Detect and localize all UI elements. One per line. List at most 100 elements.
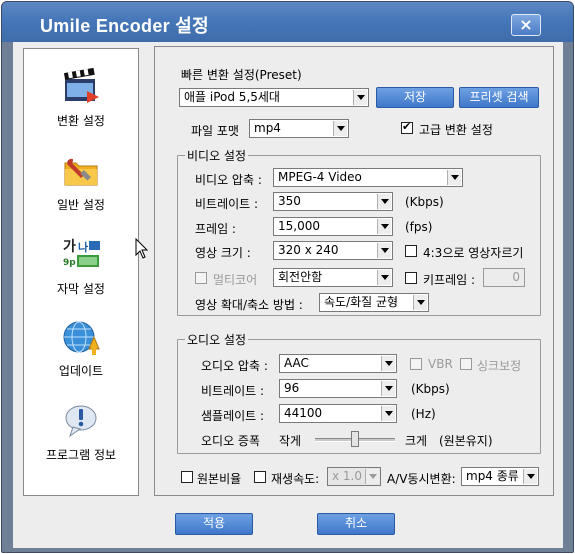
video-bitrate-value: 350 [278, 194, 301, 208]
audio-bitrate-select[interactable]: 96 [279, 379, 397, 398]
sidebar-item-label: 자막 설정 [57, 282, 105, 296]
chevron-down-icon[interactable] [333, 121, 347, 136]
vbr-checkbox[interactable] [410, 358, 422, 370]
audio-codec-value: AAC [284, 356, 309, 370]
audio-group-title: 오디오 설정 [185, 331, 249, 348]
chevron-down-icon[interactable] [377, 219, 391, 234]
frame-rate-label: 프레임 : [195, 222, 236, 236]
multicore-label: 멀티코어 [213, 273, 258, 287]
audio-boost-max-label: 크게 [405, 434, 428, 448]
info-bubble-icon [65, 405, 97, 438]
sidebar-item-convert-settings[interactable]: 변환 설정 [24, 67, 138, 137]
chevron-down-icon[interactable] [377, 243, 391, 258]
rotate-value: 회전안함 [278, 270, 323, 284]
chevron-down-icon[interactable] [523, 469, 537, 484]
video-scale-value: 속도/화질 균형 [324, 295, 399, 309]
sidebar-item-subtitle-settings[interactable]: 가 나 9p 자막 설정 [24, 235, 138, 305]
film-clapper-icon [63, 67, 99, 103]
file-format-value: mp4 [254, 121, 281, 135]
svg-text:가: 가 [63, 239, 76, 255]
video-scale-select[interactable]: 속도/화질 균형 [319, 293, 429, 312]
sync-correction-label: 싱크보정 [477, 359, 522, 373]
sidebar-item-label: 변환 설정 [57, 114, 105, 128]
chevron-down-icon[interactable] [353, 90, 367, 105]
video-codec-label: 비디오 압축 : [195, 173, 262, 187]
crop-4-3-label: 4:3으로 영상자르기 [423, 246, 524, 260]
sidebar-item-label: 프로그램 정보 [45, 448, 117, 462]
chevron-down-icon[interactable] [447, 170, 461, 185]
advanced-settings-checkbox[interactable] [401, 120, 413, 134]
window-title: Umile Encoder 설정 [40, 16, 209, 36]
sidebar-item-general-settings[interactable]: 일반 설정 [24, 151, 138, 221]
save-preset-button[interactable]: 저장 [376, 87, 454, 108]
audio-bitrate-value: 96 [284, 381, 300, 395]
preset-select-value: 애플 iPod 5,5세대 [184, 90, 280, 104]
audio-boost-slider-thumb[interactable] [351, 431, 359, 447]
dialog-client-area: 변환 설정 일반 설정 가 나 9p 자막 설정 업데이트 프로그램 정보 빠른… [13, 42, 563, 548]
file-format-label: 파일 포맷 [191, 124, 239, 138]
settings-sidebar: 변환 설정 일반 설정 가 나 9p 자막 설정 업데이트 프로그램 정보 [23, 48, 139, 496]
audio-bitrate-unit: (Kbps) [411, 382, 450, 396]
preset-select[interactable]: 애플 iPod 5,5세대 [179, 88, 369, 107]
search-preset-button[interactable]: 프리셋 검색 [459, 87, 539, 108]
close-button[interactable]: × [511, 14, 541, 36]
chevron-down-icon[interactable] [377, 194, 391, 209]
sidebar-item-update[interactable]: 업데이트 [24, 317, 138, 387]
apply-button[interactable]: 적용 [175, 513, 253, 535]
video-codec-value: MPEG-4 Video [278, 170, 362, 184]
sample-rate-unit: (Hz) [411, 407, 436, 421]
av-sync-label: A/V동시변환: [387, 472, 456, 486]
video-size-value: 320 x 240 [278, 243, 339, 257]
keyframe-checkbox[interactable] [405, 272, 417, 284]
chevron-down-icon[interactable] [381, 356, 395, 371]
playback-speed-select[interactable]: x 1.0 [327, 467, 381, 486]
sample-rate-label: 샘플레이트 : [201, 409, 265, 423]
conversion-settings-panel: 빠른 변환 설정(Preset) 애플 iPod 5,5세대 저장 프리셋 검색… [154, 46, 554, 496]
svg-text:9p: 9p [63, 258, 76, 268]
av-sync-select[interactable]: mp4 종류 [461, 467, 539, 486]
playback-speed-checkbox[interactable] [254, 471, 266, 483]
crop-4-3-checkbox[interactable] [405, 245, 417, 257]
video-bitrate-label: 비트레이트 : [195, 197, 259, 211]
frame-rate-select[interactable]: 15,000 [273, 217, 393, 236]
sidebar-item-label: 일반 설정 [57, 198, 105, 212]
settings-window: Umile Encoder 설정 × 변환 설정 일반 설정 가 나 9p 자막… [1, 1, 574, 553]
rotate-select[interactable]: 회전안함 [273, 268, 393, 287]
file-format-select[interactable]: mp4 [249, 119, 349, 138]
sync-correction-checkbox[interactable] [460, 358, 472, 370]
sidebar-item-label: 업데이트 [58, 364, 104, 378]
sample-rate-select[interactable]: 44100 [279, 404, 397, 423]
sample-rate-value: 44100 [284, 406, 323, 420]
subtitle-ga-na-icon: 가 나 9p [63, 239, 100, 268]
frame-rate-unit: (fps) [405, 220, 433, 234]
video-bitrate-select[interactable]: 350 [273, 192, 393, 211]
audio-boost-label: 오디오 증폭 [201, 434, 261, 448]
globe-update-icon [63, 321, 100, 355]
svg-text:나: 나 [78, 240, 88, 254]
chevron-down-icon[interactable] [381, 381, 395, 396]
original-ratio-label: 원본비율 [197, 472, 242, 486]
keyframe-label: 키프레임 : [423, 273, 476, 287]
video-codec-select[interactable]: MPEG-4 Video [273, 168, 463, 187]
audio-codec-select[interactable]: AAC [279, 354, 397, 373]
wrench-folder-icon [64, 158, 98, 186]
chevron-down-icon[interactable] [377, 270, 391, 285]
multicore-checkbox[interactable] [195, 272, 207, 284]
video-size-select[interactable]: 320 x 240 [273, 241, 393, 260]
video-bitrate-unit: (Kbps) [405, 195, 444, 209]
keyframe-input[interactable]: 0 [483, 268, 525, 287]
sidebar-item-program-info[interactable]: 프로그램 정보 [24, 401, 138, 471]
playback-speed-label: 재생속도: [271, 472, 320, 486]
frame-rate-value: 15,000 [278, 219, 320, 233]
cancel-button[interactable]: 취소 [317, 513, 395, 535]
title-bar[interactable]: Umile Encoder 설정 × [2, 2, 573, 42]
preset-label: 빠른 변환 설정(Preset) [181, 68, 302, 82]
audio-boost-note: (원본유지) [439, 434, 493, 448]
av-sync-value: mp4 종류 [466, 469, 519, 483]
chevron-down-icon[interactable] [413, 295, 427, 310]
chevron-down-icon[interactable] [365, 469, 379, 484]
audio-bitrate-label: 비트레이트 : [201, 384, 265, 398]
audio-boost-min-label: 작게 [279, 434, 302, 448]
original-ratio-checkbox[interactable] [181, 471, 193, 483]
chevron-down-icon[interactable] [381, 406, 395, 421]
